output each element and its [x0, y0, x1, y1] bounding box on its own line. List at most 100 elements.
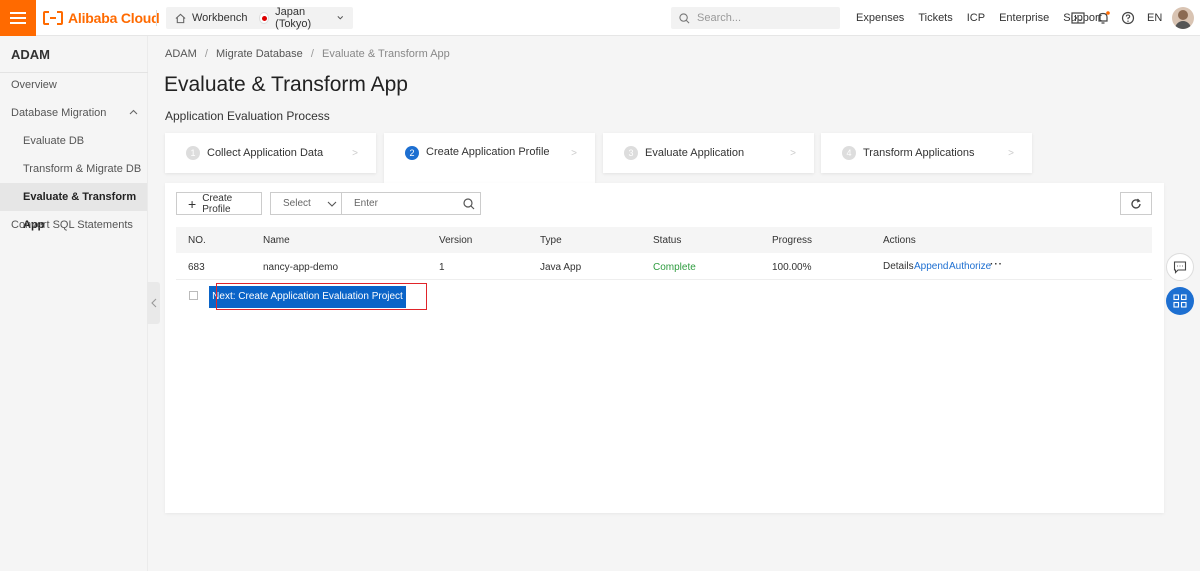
search-input[interactable]: Search...: [671, 7, 840, 29]
sidebar-collapse-handle[interactable]: [147, 282, 160, 324]
chevron-down-icon: [337, 16, 344, 20]
cell-type: Java App: [540, 262, 582, 273]
step-number: 2: [405, 146, 419, 160]
home-icon: [175, 13, 186, 23]
sidebar-item-evaluate-transform-app[interactable]: Evaluate & Transform App: [0, 183, 147, 231]
chevron-down-icon: [327, 201, 337, 207]
alibaba-cloud-logo[interactable]: Alibaba Cloud: [43, 9, 160, 27]
page-subtitle: Application Evaluation Process: [165, 109, 330, 123]
highlight-box: [216, 283, 427, 310]
sidebar-item-transform-migrate-db[interactable]: Transform & Migrate DB: [0, 155, 147, 183]
region-selector[interactable]: Japan (Tokyo): [250, 6, 353, 30]
column-header-version: Version: [439, 235, 473, 246]
create-profile-button[interactable]: + Create Profile: [176, 192, 262, 215]
column-header-progress: Progress: [772, 235, 813, 246]
sidebar-title: ADAM: [11, 47, 50, 62]
divider: [156, 10, 157, 26]
sidebar-item-label: Transform & Migrate DB: [23, 163, 142, 175]
step-evaluate-application[interactable]: 3 Evaluate Application >: [603, 133, 814, 173]
chevron-right-icon: >: [1008, 147, 1014, 159]
search-icon: [679, 12, 690, 23]
language-selector[interactable]: EN: [1147, 12, 1162, 24]
cell-version: 1: [439, 262, 445, 273]
profile-panel: + Create Profile Select Enter NO. Name V…: [165, 183, 1164, 513]
step-number: 3: [624, 146, 638, 160]
cell-progress: 100.00%: [772, 262, 812, 273]
cell-name: nancy-app-demo: [263, 262, 339, 273]
sidebar: ADAM Overview Database Migration Evaluat…: [0, 36, 148, 571]
authorize-link[interactable]: Authorize: [949, 261, 991, 273]
column-header-no: NO.: [188, 235, 206, 246]
cell-no: 683: [188, 262, 205, 273]
create-profile-label: Create Profile: [202, 192, 233, 215]
nav-expenses[interactable]: Expenses: [856, 12, 904, 24]
nav-tickets[interactable]: Tickets: [918, 12, 952, 24]
refresh-icon: [1131, 198, 1141, 209]
workbench-label: Workbench: [192, 12, 248, 24]
japan-flag-icon: [259, 12, 270, 24]
grid-icon: [1173, 294, 1187, 308]
step-label: Create Application Profile: [426, 146, 550, 158]
top-navigation-bar: Alibaba Cloud Workbench Japan (Tokyo) Se…: [0, 0, 1200, 36]
chevron-right-icon: >: [352, 147, 358, 159]
refresh-button[interactable]: [1120, 192, 1152, 215]
sidebar-item-label: Database Migration: [11, 107, 107, 119]
step-create-profile[interactable]: 2 Create Application Profile >: [384, 133, 595, 183]
column-header-name: Name: [263, 235, 290, 246]
step-number: 4: [842, 146, 856, 160]
sidebar-item-label: Evaluate DB: [23, 135, 85, 147]
sidebar-item-evaluate-db[interactable]: Evaluate DB: [0, 127, 147, 155]
bell-icon[interactable]: [1096, 11, 1110, 25]
status-badge: Complete: [653, 262, 696, 273]
chat-button[interactable]: [1166, 253, 1194, 281]
breadcrumb-item[interactable]: ADAM: [165, 48, 197, 60]
chat-icon: [1173, 261, 1187, 274]
hamburger-menu-icon[interactable]: [0, 0, 36, 36]
breadcrumb-separator: /: [204, 48, 208, 60]
apps-button[interactable]: [1166, 287, 1194, 315]
plus-icon: +: [188, 195, 197, 212]
help-icon[interactable]: [1121, 11, 1135, 25]
select-label: Select: [283, 198, 311, 209]
sidebar-item-label: Overview: [11, 79, 57, 91]
alibaba-logo-icon: [43, 11, 63, 25]
terminal-icon[interactable]: [1071, 11, 1085, 25]
nav-icp[interactable]: ICP: [967, 12, 985, 24]
brand-name: Alibaba Cloud: [68, 10, 160, 26]
step-number: 1: [186, 146, 200, 160]
filter-select[interactable]: Select: [270, 192, 342, 215]
region-label: Japan (Tokyo): [275, 6, 312, 30]
sidebar-item-label: Convert SQL Statements: [11, 219, 133, 231]
breadcrumb-separator: /: [310, 48, 314, 60]
search-icon[interactable]: [463, 198, 475, 210]
more-actions-icon[interactable]: ···: [990, 259, 1003, 271]
select-all-checkbox[interactable]: [189, 291, 198, 300]
breadcrumb-item[interactable]: Migrate Database: [216, 48, 303, 60]
sidebar-item-database-migration[interactable]: Database Migration: [0, 99, 147, 127]
breadcrumb: ADAM / Migrate Database / Evaluate & Tra…: [165, 48, 450, 60]
append-link[interactable]: Append: [914, 261, 948, 273]
search-placeholder: Search...: [697, 12, 742, 24]
step-transform-applications[interactable]: 4 Transform Applications >: [821, 133, 1032, 173]
filter-input[interactable]: Enter: [341, 192, 481, 215]
workbench-button[interactable]: Workbench: [166, 7, 257, 29]
step-label: Evaluate Application: [645, 147, 745, 159]
chevron-right-icon: >: [571, 148, 577, 159]
breadcrumb-current: Evaluate & Transform App: [321, 48, 450, 60]
column-header-actions: Actions: [883, 235, 916, 246]
column-header-type: Type: [540, 235, 562, 246]
step-label: Collect Application Data: [207, 147, 324, 159]
column-header-status: Status: [653, 235, 682, 246]
nav-enterprise[interactable]: Enterprise: [999, 12, 1049, 24]
sidebar-item-overview[interactable]: Overview: [0, 71, 147, 99]
details-link[interactable]: Details: [883, 261, 914, 273]
step-collect-data[interactable]: 1 Collect Application Data >: [165, 133, 376, 173]
filter-input-placeholder: Enter: [354, 198, 378, 209]
step-label: Transform Applications: [863, 147, 975, 159]
sidebar-item-convert-sql[interactable]: Convert SQL Statements: [0, 211, 147, 239]
avatar[interactable]: [1172, 7, 1194, 29]
chevron-up-icon: [129, 109, 138, 115]
page-title: Evaluate & Transform App: [164, 73, 408, 96]
divider: [176, 279, 1152, 280]
chevron-right-icon: >: [790, 147, 796, 159]
